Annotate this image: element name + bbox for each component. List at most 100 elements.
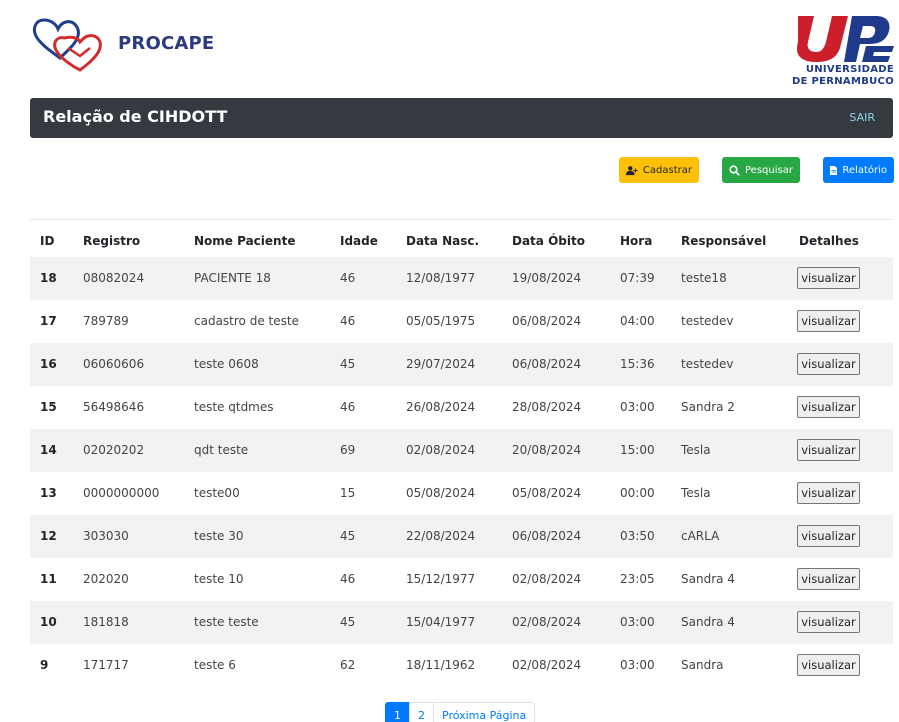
cell-hora: 04:00 xyxy=(620,314,655,328)
visualizar-button[interactable]: visualizar xyxy=(797,611,860,633)
cell-nome: teste 10 xyxy=(194,572,244,586)
cell-nome: teste 6 xyxy=(194,658,236,672)
table-row: 13 0000000000 teste00 15 05/08/2024 05/0… xyxy=(30,472,893,515)
table-row: 9 171717 teste 6 62 18/11/1962 02/08/202… xyxy=(30,644,893,687)
cell-obito: 20/08/2024 xyxy=(512,443,582,457)
cell-registro: 171717 xyxy=(83,658,129,672)
cell-obito: 06/08/2024 xyxy=(512,529,582,543)
pesquisar-label: Pesquisar xyxy=(745,164,793,176)
cell-responsavel: Tesla xyxy=(681,486,711,500)
cell-registro: 56498646 xyxy=(83,400,145,414)
cell-obito: 05/08/2024 xyxy=(512,486,582,500)
next-page-link[interactable]: Próxima Página xyxy=(433,702,536,722)
table-row: 10 181818 teste teste 45 15/04/1977 02/0… xyxy=(30,601,893,644)
cell-responsavel: Sandra 2 xyxy=(681,400,735,414)
visualizar-button[interactable]: visualizar xyxy=(797,568,860,590)
cell-responsavel: Sandra 4 xyxy=(681,572,735,586)
cell-nome: qdt teste xyxy=(194,443,249,457)
relatorio-label: Relatório xyxy=(842,164,887,176)
logout-link[interactable]: SAIR xyxy=(849,111,875,124)
visualizar-button[interactable]: visualizar xyxy=(797,439,860,461)
visualizar-button[interactable]: visualizar xyxy=(797,267,860,289)
col-header-detalhes: Detalhes xyxy=(799,234,859,248)
cell-id: 14 xyxy=(40,443,57,457)
cell-responsavel: Tesla xyxy=(681,443,711,457)
cell-nasc: 18/11/1962 xyxy=(406,658,476,672)
cell-obito: 06/08/2024 xyxy=(512,314,582,328)
col-header-nome: Nome Paciente xyxy=(194,234,296,248)
brand-name: PROCAPE xyxy=(118,33,215,54)
cell-hora: 07:39 xyxy=(620,271,655,285)
cell-hora: 03:50 xyxy=(620,529,655,543)
cell-idade: 46 xyxy=(340,271,356,285)
page-link-2[interactable]: 2 xyxy=(409,702,434,722)
document-icon xyxy=(830,165,838,175)
cell-nome: cadastro de teste xyxy=(194,314,299,328)
cell-obito: 28/08/2024 xyxy=(512,400,582,414)
cadastrar-label: Cadastrar xyxy=(642,164,692,176)
visualizar-button[interactable]: visualizar xyxy=(797,396,860,418)
table-row: 12 303030 teste 30 45 22/08/2024 06/08/2… xyxy=(30,515,893,558)
cell-obito: 02/08/2024 xyxy=(512,615,582,629)
cell-nome: teste 30 xyxy=(194,529,244,543)
table-row: 11 202020 teste 10 46 15/12/1977 02/08/2… xyxy=(30,558,893,601)
col-header-obito: Data Óbito xyxy=(512,234,585,248)
upe-mark-icon xyxy=(796,16,894,62)
pagination: 1 2 Próxima Página xyxy=(385,702,536,722)
cell-nasc: 22/08/2024 xyxy=(406,529,476,543)
cell-hora: 03:00 xyxy=(620,615,655,629)
cell-hora: 00:00 xyxy=(620,486,655,500)
cell-registro: 789789 xyxy=(83,314,129,328)
col-header-nasc: Data Nasc. xyxy=(406,234,480,248)
cell-nome: PACIENTE 18 xyxy=(194,271,271,285)
user-plus-icon xyxy=(626,165,638,175)
cell-registro: 06060606 xyxy=(83,357,145,371)
cell-idade: 46 xyxy=(340,572,356,586)
cell-hora: 03:00 xyxy=(620,400,655,414)
cell-idade: 69 xyxy=(340,443,356,457)
visualizar-button[interactable]: visualizar xyxy=(797,525,860,547)
col-header-id: ID xyxy=(40,234,55,248)
cell-registro: 202020 xyxy=(83,572,129,586)
visualizar-button[interactable]: visualizar xyxy=(797,482,860,504)
cell-nasc: 05/08/2024 xyxy=(406,486,476,500)
cell-id: 9 xyxy=(40,658,49,672)
cell-nome: teste00 xyxy=(194,486,240,500)
cell-idade: 62 xyxy=(340,658,356,672)
cell-id: 11 xyxy=(40,572,57,586)
cell-responsavel: teste18 xyxy=(681,271,727,285)
cell-obito: 19/08/2024 xyxy=(512,271,582,285)
cell-idade: 45 xyxy=(340,615,356,629)
cell-nasc: 29/07/2024 xyxy=(406,357,476,371)
cell-registro: 0000000000 xyxy=(83,486,160,500)
page-link-1[interactable]: 1 xyxy=(385,702,410,722)
visualizar-button[interactable]: visualizar xyxy=(797,310,860,332)
visualizar-button[interactable]: visualizar xyxy=(797,654,860,676)
cell-nasc: 02/08/2024 xyxy=(406,443,476,457)
cell-id: 15 xyxy=(40,400,57,414)
cell-hora: 03:00 xyxy=(620,658,655,672)
cell-nasc: 12/08/1977 xyxy=(406,271,476,285)
cell-registro: 181818 xyxy=(83,615,129,629)
relatorio-button[interactable]: Relatório xyxy=(823,157,894,183)
cell-id: 16 xyxy=(40,357,57,371)
cell-obito: 02/08/2024 xyxy=(512,658,582,672)
page-title: Relação de CIHDOTT xyxy=(43,107,228,126)
cell-nasc: 05/05/1975 xyxy=(406,314,476,328)
upe-logo: UNIVERSIDADE DE PERNAMBUCO xyxy=(791,12,894,92)
cell-nome: teste 0608 xyxy=(194,357,259,371)
table-row: 14 02020202 qdt teste 69 02/08/2024 20/0… xyxy=(30,429,893,472)
col-header-registro: Registro xyxy=(83,234,141,248)
procape-logo: PROCAPE xyxy=(30,10,230,80)
table-header: ID Registro Nome Paciente Idade Data Nas… xyxy=(30,219,893,257)
pesquisar-button[interactable]: Pesquisar xyxy=(722,157,800,183)
cell-idade: 45 xyxy=(340,357,356,371)
search-icon xyxy=(729,164,740,176)
cadastrar-button[interactable]: Cadastrar xyxy=(619,157,699,183)
visualizar-button[interactable]: visualizar xyxy=(797,353,860,375)
cell-nasc: 26/08/2024 xyxy=(406,400,476,414)
table-row: 18 08082024 PACIENTE 18 46 12/08/1977 19… xyxy=(30,257,893,300)
table-row: 15 56498646 teste qtdmes 46 26/08/2024 2… xyxy=(30,386,893,429)
upe-line-2: DE PERNAMBUCO xyxy=(791,76,894,87)
cell-hora: 15:00 xyxy=(620,443,655,457)
